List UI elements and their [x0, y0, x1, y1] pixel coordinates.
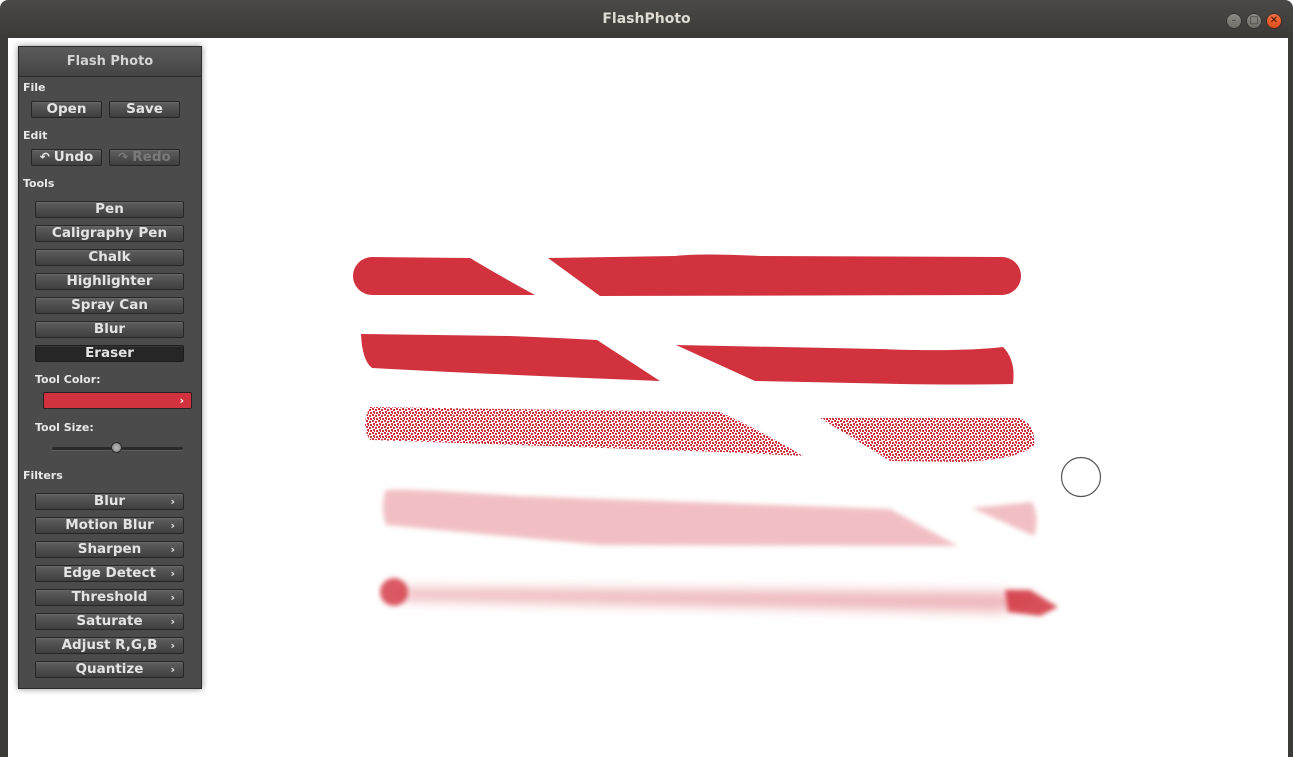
eraser-cursor-icon [1060, 456, 1102, 498]
chevron-right-icon: › [170, 591, 175, 604]
tool-size-label: Tool Size: [35, 421, 94, 434]
redo-arrow-icon: ↷ [118, 150, 129, 164]
tool-color-picker[interactable]: › [43, 392, 192, 409]
filter-label: Quantize [75, 661, 144, 677]
filter-label: Saturate [76, 613, 143, 629]
undo-button[interactable]: ↶ Undo [31, 149, 102, 166]
blur-stroke [380, 578, 1058, 616]
filter-label: Adjust R,G,B [61, 637, 158, 653]
tool-color-label: Tool Color: [35, 373, 101, 386]
undo-arrow-icon: ↶ [39, 150, 50, 164]
filter-label: Threshold [71, 589, 148, 605]
tool-size-slider-thumb[interactable] [111, 442, 122, 453]
tool-spray-can-button[interactable]: Spray Can [35, 297, 184, 314]
filter-label: Blur [93, 493, 126, 509]
chalk-stroke [365, 407, 1035, 462]
chevron-right-icon: › [170, 567, 175, 580]
tool-panel: Flash Photo File Open Save Edit ↶ Undo ↷ R… [18, 46, 202, 689]
panel-title: Flash Photo [19, 47, 201, 77]
tool-calligraphy-pen-button[interactable]: Caligraphy Pen [35, 225, 184, 242]
pen-stroke [353, 254, 1021, 296]
filter-label: Sharpen [77, 541, 142, 557]
chevron-right-icon: › [170, 615, 175, 628]
tool-pen-button[interactable]: Pen [35, 201, 184, 218]
open-button[interactable]: Open [31, 101, 102, 118]
tool-blur-button[interactable]: Blur [35, 321, 184, 338]
tool-chalk-button[interactable]: Chalk [35, 249, 184, 266]
filter-edge-detect-button[interactable]: Edge Detect › [35, 565, 184, 582]
filter-quantize-button[interactable]: Quantize › [35, 661, 184, 678]
highlighter-stroke [383, 489, 1037, 546]
filter-threshold-button[interactable]: Threshold › [35, 589, 184, 606]
chevron-right-icon: › [170, 495, 175, 508]
redo-button[interactable]: ↷ Redo [109, 149, 180, 166]
filter-motion-blur-button[interactable]: Motion Blur › [35, 517, 184, 534]
filter-blur-button[interactable]: Blur › [35, 493, 184, 510]
tool-highlighter-button[interactable]: Highlighter [35, 273, 184, 290]
tools-section-label: Tools [23, 177, 55, 190]
file-section-label: File [23, 81, 46, 94]
chevron-right-icon: › [170, 639, 175, 652]
filter-adjust-rgb-button[interactable]: Adjust R,G,B › [35, 637, 184, 654]
undo-label: Undo [53, 149, 94, 165]
calligraphy-stroke [361, 334, 1014, 385]
edit-section-label: Edit [23, 129, 48, 142]
filter-saturate-button[interactable]: Saturate › [35, 613, 184, 630]
chevron-right-icon: › [170, 543, 175, 556]
chevron-right-icon: › [179, 394, 184, 407]
chevron-right-icon: › [170, 663, 175, 676]
redo-label: Redo [132, 149, 171, 165]
filters-section-label: Filters [23, 469, 63, 482]
filter-label: Edge Detect [63, 565, 156, 581]
filter-sharpen-button[interactable]: Sharpen › [35, 541, 184, 558]
save-button[interactable]: Save [109, 101, 180, 118]
chevron-right-icon: › [170, 519, 175, 532]
filter-label: Motion Blur [65, 517, 154, 533]
tool-eraser-button[interactable]: Eraser [35, 345, 184, 362]
